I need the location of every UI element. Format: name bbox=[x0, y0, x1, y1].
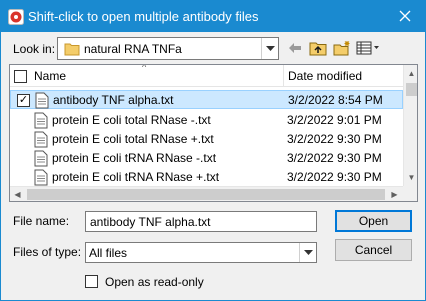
open-file-dialog: Shift-click to open multiple antibody fi… bbox=[0, 0, 426, 301]
file-date: 3/2/2022 9:30 PM bbox=[287, 132, 382, 146]
open-button[interactable]: Open bbox=[335, 210, 412, 232]
list-item[interactable]: protein E coli total RNase -.txt 3/2/202… bbox=[10, 111, 403, 130]
file-name: protein E coli total RNase +.txt bbox=[52, 132, 214, 146]
read-only-label[interactable]: Open as read-only bbox=[105, 275, 204, 289]
file-name-value: antibody TNF alpha.txt bbox=[90, 215, 211, 229]
view-menu-icon bbox=[356, 41, 379, 55]
look-in-value: natural RNA TNFa bbox=[84, 42, 182, 56]
list-item[interactable]: protein E coli tRNA RNase +.txt 3/2/2022… bbox=[10, 168, 403, 187]
chevron-down-icon bbox=[303, 249, 313, 255]
file-name-label: File name: bbox=[13, 214, 70, 228]
window-title: Shift-click to open multiple antibody fi… bbox=[28, 9, 259, 24]
row-checkbox[interactable]: ✓ bbox=[17, 94, 30, 107]
file-name: antibody TNF alpha.txt bbox=[53, 93, 174, 107]
view-menu-button[interactable] bbox=[355, 39, 381, 57]
close-icon bbox=[399, 10, 411, 22]
title-bar[interactable]: Shift-click to open multiple antibody fi… bbox=[1, 1, 425, 32]
list-item[interactable]: ✓ antibody TNF alpha.txt 3/2/2022 8:54 P… bbox=[10, 90, 403, 109]
back-arrow-icon bbox=[289, 43, 301, 53]
file-type-label: Files of type: bbox=[13, 245, 82, 259]
file-type-dropdown-button[interactable] bbox=[299, 243, 316, 262]
file-type-value: All files bbox=[89, 246, 128, 260]
file-name: protein E coli total RNase -.txt bbox=[52, 113, 211, 127]
file-name-field[interactable]: antibody TNF alpha.txt bbox=[85, 211, 317, 232]
look-in-combo[interactable]: natural RNA TNFa bbox=[57, 37, 279, 60]
column-header-date[interactable]: Date modified bbox=[288, 69, 362, 83]
file-name: protein E coli tRNA RNase +.txt bbox=[52, 170, 220, 184]
file-name: protein E coli tRNA RNase -.txt bbox=[52, 151, 217, 165]
file-list[interactable]: Name ^ Date modified ✓ antibody TNF alph… bbox=[9, 64, 418, 202]
list-item[interactable]: protein E coli tRNA RNase -.txt 3/2/2022… bbox=[10, 149, 403, 168]
vertical-scroll-thumb[interactable] bbox=[406, 83, 417, 96]
file-type-select[interactable]: All files bbox=[85, 242, 317, 263]
app-icon bbox=[8, 9, 24, 25]
file-date: 3/2/2022 8:54 PM bbox=[288, 93, 383, 107]
list-header: Name ^ Date modified bbox=[10, 65, 403, 87]
list-item[interactable]: protein E coli total RNase +.txt 3/2/202… bbox=[10, 130, 403, 149]
text-file-icon bbox=[34, 169, 48, 186]
file-date: 3/2/2022 9:30 PM bbox=[287, 151, 382, 165]
new-folder-icon bbox=[333, 41, 350, 56]
up-folder-button[interactable] bbox=[307, 39, 329, 57]
chevron-down-icon bbox=[265, 45, 275, 51]
back-button[interactable] bbox=[285, 39, 305, 57]
scroll-corner bbox=[403, 186, 417, 201]
horizontal-scrollbar[interactable]: ◀ ▶ bbox=[10, 186, 403, 201]
read-only-checkbox[interactable] bbox=[85, 275, 98, 288]
up-folder-icon bbox=[309, 42, 327, 56]
new-folder-button[interactable] bbox=[331, 39, 353, 57]
file-date: 3/2/2022 9:01 PM bbox=[287, 113, 382, 127]
column-divider[interactable] bbox=[283, 65, 284, 87]
column-header-name[interactable]: Name bbox=[34, 69, 66, 83]
select-all-checkbox[interactable] bbox=[14, 70, 27, 83]
text-file-icon bbox=[34, 131, 48, 148]
vertical-scrollbar[interactable]: ▲ ▼ bbox=[403, 65, 417, 186]
scroll-left-icon[interactable]: ◀ bbox=[10, 187, 25, 201]
sort-ascending-icon: ^ bbox=[142, 64, 147, 72]
close-button[interactable] bbox=[385, 1, 425, 31]
text-file-icon bbox=[34, 112, 48, 129]
scroll-right-icon[interactable]: ▶ bbox=[387, 187, 402, 201]
cancel-button[interactable]: Cancel bbox=[335, 239, 412, 261]
file-date: 3/2/2022 9:30 PM bbox=[287, 170, 382, 184]
text-file-icon bbox=[34, 150, 48, 167]
folder-icon bbox=[64, 43, 80, 56]
scroll-up-icon[interactable]: ▲ bbox=[404, 66, 417, 81]
horizontal-scroll-thumb[interactable] bbox=[27, 189, 385, 200]
look-in-label: Look in: bbox=[13, 42, 56, 56]
look-in-dropdown-button[interactable] bbox=[261, 38, 278, 59]
scroll-down-icon[interactable]: ▼ bbox=[404, 170, 417, 185]
text-file-icon bbox=[35, 92, 49, 109]
